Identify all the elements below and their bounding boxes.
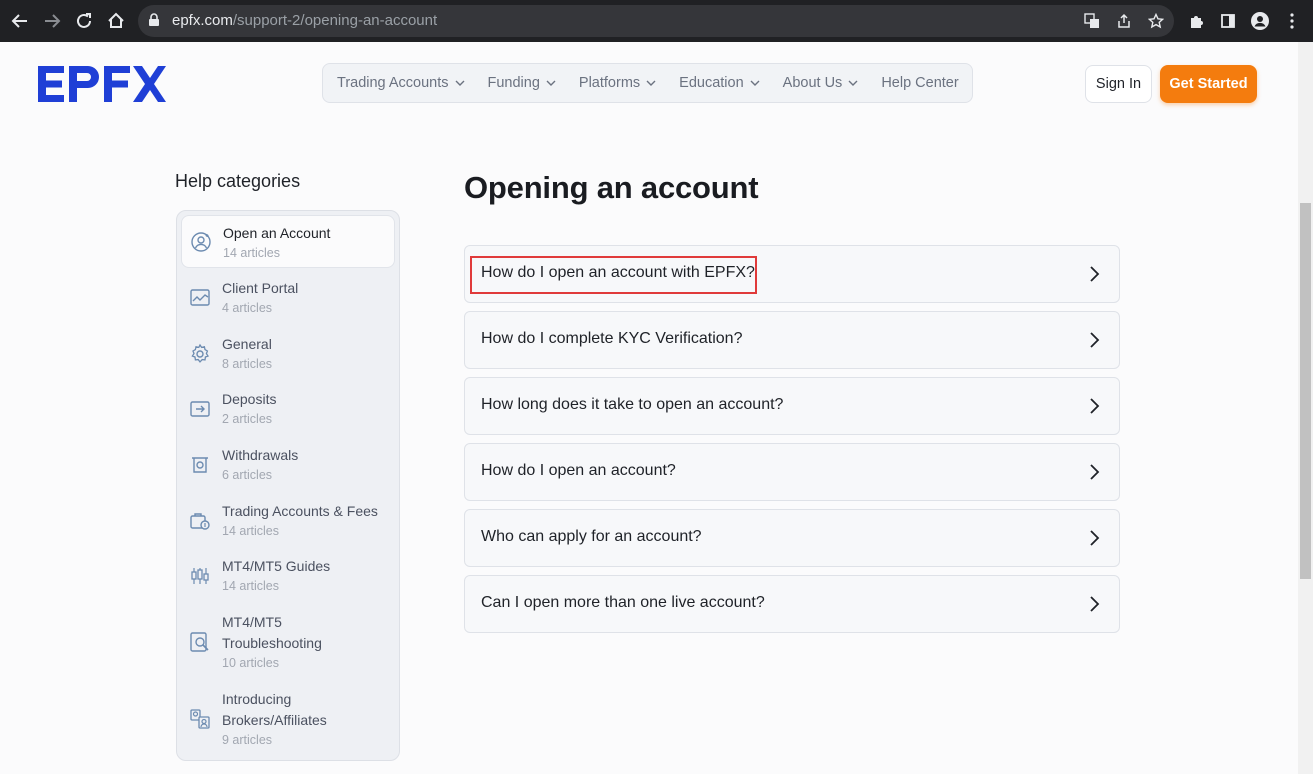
category-count: 14 articles — [222, 579, 279, 593]
faq-question: Can I open more than one live account? — [481, 594, 765, 611]
chevron-down-icon — [646, 80, 656, 86]
highlight-box — [470, 256, 757, 294]
chevron-down-icon — [546, 80, 556, 86]
get-started-button[interactable]: Get Started — [1160, 65, 1257, 103]
category-client-portal[interactable]: Client Portal 4 articles — [181, 273, 395, 323]
side-panel-icon[interactable] — [1216, 9, 1240, 33]
nav-help-center[interactable]: Help Center — [881, 75, 958, 91]
faq-question: How do I complete KYC Verification? — [481, 330, 743, 347]
nav-funding[interactable]: Funding — [488, 75, 556, 91]
bookmark-star-icon[interactable] — [1146, 11, 1166, 31]
share-icon[interactable] — [1114, 11, 1134, 31]
chevron-right-icon — [1090, 398, 1100, 414]
category-count: 8 articles — [222, 357, 273, 371]
chevron-down-icon — [750, 80, 760, 86]
category-name: Trading Accounts & Fees — [222, 503, 378, 519]
faq-item[interactable]: Who can apply for an account? — [464, 509, 1120, 567]
category-count: 4 articles — [222, 301, 273, 315]
reload-icon[interactable] — [72, 9, 96, 33]
category-trading-accounts-fees[interactable]: Trading Accounts & Fees 14 articles — [181, 496, 395, 546]
category-count: 6 articles — [222, 468, 273, 482]
category-name: Deposits — [222, 391, 277, 407]
faq-question: Who can apply for an account? — [481, 528, 702, 545]
chevron-right-icon — [1090, 332, 1100, 348]
chevron-right-icon — [1090, 266, 1100, 282]
magnify-document-icon — [189, 631, 211, 653]
nav-platforms[interactable]: Platforms — [579, 75, 656, 91]
gear-icon — [189, 343, 211, 365]
category-name: Withdrawals — [222, 447, 299, 463]
category-deposits[interactable]: Deposits 2 articles — [181, 384, 395, 434]
chevron-down-icon — [848, 80, 858, 86]
chevron-right-icon — [1090, 596, 1100, 612]
category-name-line2: Troubleshooting — [222, 635, 322, 651]
back-icon[interactable] — [8, 9, 32, 33]
wallet-in-icon — [189, 398, 211, 420]
page-title: Opening an account — [464, 170, 759, 205]
chevron-right-icon — [1090, 530, 1100, 546]
affiliates-icon — [189, 708, 211, 730]
category-mt4-mt5-troubleshooting[interactable]: MT4/MT5 Troubleshooting 10 articles — [181, 607, 395, 677]
help-categories-heading: Help categories — [175, 171, 301, 191]
candlestick-icon — [189, 565, 211, 587]
category-count: 2 articles — [222, 412, 273, 426]
category-name-line1: Introducing — [222, 691, 292, 707]
category-general[interactable]: General 8 articles — [181, 329, 395, 379]
menu-kebab-icon[interactable] — [1280, 9, 1304, 33]
category-name-line2: Brokers/Affiliates — [222, 712, 327, 728]
address-bar[interactable]: epfx.com/support-2/opening-an-account — [138, 5, 1174, 37]
epfx-logo[interactable] — [38, 66, 166, 107]
help-categories-sidebar: Open an Account 14 articles Client Porta… — [176, 210, 400, 761]
category-name: MT4/MT5 Guides — [222, 558, 331, 574]
extensions-icon[interactable] — [1184, 9, 1208, 33]
translate-icon[interactable] — [1082, 11, 1102, 31]
nav-education[interactable]: Education — [679, 75, 760, 91]
faq-item[interactable]: How long does it take to open an account… — [464, 377, 1120, 435]
category-count: 9 articles — [222, 733, 273, 747]
forward-icon[interactable] — [40, 9, 64, 33]
main-navigation: Trading Accounts Funding Platforms Educa… — [322, 63, 973, 103]
briefcase-dollar-icon — [189, 510, 211, 532]
faq-item[interactable]: Can I open more than one live account? — [464, 575, 1120, 633]
category-withdrawals[interactable]: Withdrawals 6 articles — [181, 440, 395, 490]
sign-in-button[interactable]: Sign In — [1085, 65, 1152, 103]
nav-about-us[interactable]: About Us — [783, 75, 859, 91]
withdraw-icon — [189, 454, 211, 476]
chevron-down-icon — [455, 80, 464, 86]
chart-window-icon — [189, 287, 211, 309]
lock-icon — [148, 13, 160, 32]
faq-item[interactable]: How do I complete KYC Verification? — [464, 311, 1120, 369]
home-icon[interactable] — [104, 9, 128, 33]
chevron-right-icon — [1090, 464, 1100, 480]
scrollbar-thumb[interactable] — [1300, 203, 1311, 579]
category-name: General — [222, 336, 272, 352]
category-name: Client Portal — [222, 280, 299, 296]
category-name: Open an Account — [223, 225, 331, 241]
category-open-an-account[interactable]: Open an Account 14 articles — [181, 215, 395, 268]
url-text: epfx.com/support-2/opening-an-account — [172, 12, 438, 29]
faq-question: How long does it take to open an account… — [481, 396, 784, 413]
category-mt4-mt5-guides[interactable]: MT4/MT5 Guides 14 articles — [181, 551, 395, 601]
browser-toolbar: epfx.com/support-2/opening-an-account — [0, 0, 1313, 42]
category-count: 14 articles — [222, 524, 279, 538]
nav-trading-accounts[interactable]: Trading Accounts — [337, 75, 465, 91]
user-circle-icon — [190, 231, 212, 253]
category-count: 14 articles — [223, 246, 280, 260]
faq-item[interactable]: How do I open an account? — [464, 443, 1120, 501]
faq-question: How do I open an account? — [481, 462, 676, 479]
category-name-line1: MT4/MT5 — [222, 614, 282, 630]
profile-icon[interactable] — [1248, 9, 1272, 33]
category-count: 10 articles — [222, 656, 279, 670]
category-introducing-brokers-affiliates[interactable]: Introducing Brokers/Affiliates 9 article… — [181, 684, 395, 754]
